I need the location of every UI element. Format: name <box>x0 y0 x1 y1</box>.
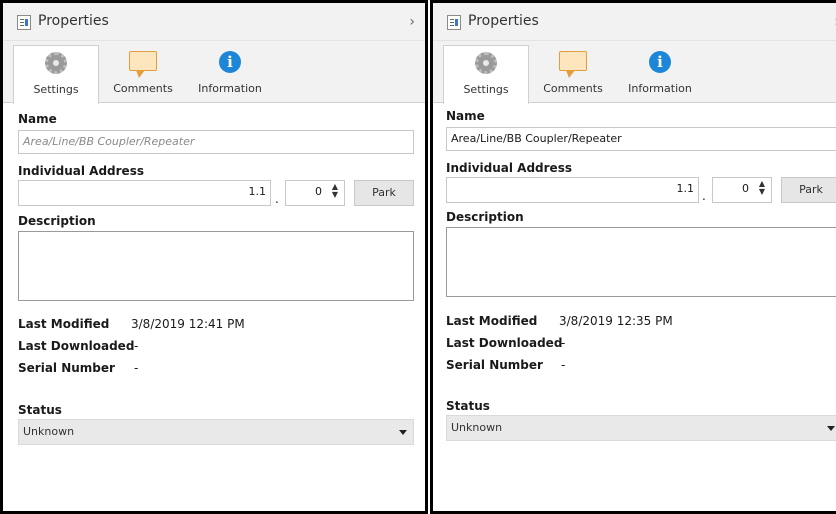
serial-number-label: Serial Number <box>18 361 115 375</box>
description-textarea[interactable] <box>446 227 836 297</box>
status-select[interactable]: Unknown <box>446 415 836 441</box>
properties-icon <box>17 15 31 30</box>
address-prefix-field[interactable]: 1.1 <box>446 177 699 203</box>
tab-information[interactable]: i Information <box>617 45 703 103</box>
comment-icon <box>129 51 157 78</box>
tab-comments[interactable]: Comments <box>105 45 181 103</box>
panel-title: Properties <box>38 13 109 29</box>
status-value: Unknown <box>451 421 503 434</box>
address-prefix-value: 1.1 <box>248 185 267 198</box>
tab-information-label: Information <box>628 82 692 95</box>
description-label: Description <box>18 214 96 228</box>
last-downloaded-label: Last Downloaded <box>446 336 563 350</box>
gear-icon <box>475 52 497 74</box>
tab-strip: Settings Comments i Information <box>433 41 836 104</box>
last-downloaded-value: - <box>134 339 139 353</box>
park-button[interactable]: Park <box>354 180 414 206</box>
last-downloaded-row: Last Downloaded <box>18 339 134 353</box>
address-device-stepper[interactable]: 0 ▲ ▼ <box>285 180 345 206</box>
park-button[interactable]: Park <box>781 177 836 203</box>
dropdown-caret-icon <box>399 430 407 435</box>
address-separator: . <box>702 189 706 203</box>
panel-title: Properties <box>468 13 539 29</box>
last-modified-value: 3/8/2019 12:35 PM <box>559 314 673 328</box>
individual-address-label: Individual Address <box>446 161 572 175</box>
tab-comments-label: Comments <box>543 82 603 95</box>
last-modified-row: Last Modified <box>18 317 109 331</box>
collapse-chevron-icon[interactable]: › <box>409 14 415 30</box>
tab-settings-label: Settings <box>33 83 79 96</box>
name-input[interactable]: Area/Line/BB Coupler/Repeater <box>18 130 414 154</box>
tab-information-label: Information <box>198 82 262 95</box>
panel-titlebar: Properties › <box>433 3 836 41</box>
address-device-value: 0 <box>315 185 322 198</box>
last-modified-label: Last Modified <box>446 314 538 328</box>
serial-number-label: Serial Number <box>446 358 543 372</box>
last-modified-row: Last Modified <box>446 314 537 328</box>
stepper-arrows-icon[interactable]: ▲ ▼ <box>759 180 765 196</box>
properties-panel-right: Properties › Settings Comments i Informa… <box>430 0 836 514</box>
panel-titlebar: Properties › <box>3 3 425 41</box>
tab-comments[interactable]: Comments <box>535 45 611 103</box>
status-label: Status <box>18 403 62 417</box>
tab-comments-label: Comments <box>113 82 173 95</box>
description-textarea[interactable] <box>18 231 414 301</box>
dropdown-caret-icon <box>827 426 835 431</box>
address-device-value: 0 <box>742 182 749 195</box>
address-prefix-field[interactable]: 1.1 <box>18 180 271 206</box>
status-value: Unknown <box>23 425 75 438</box>
comment-icon <box>559 51 587 78</box>
last-downloaded-value: - <box>561 336 566 350</box>
name-value: Area/Line/BB Coupler/Repeater <box>451 132 622 145</box>
tab-strip: Settings Comments i Information <box>3 41 425 104</box>
gear-icon <box>45 52 67 74</box>
info-icon: i <box>649 51 671 73</box>
tab-information[interactable]: i Information <box>187 45 273 103</box>
serial-number-value: - <box>561 358 566 372</box>
individual-address-label: Individual Address <box>18 164 144 178</box>
status-label: Status <box>446 399 490 413</box>
address-separator: . <box>275 192 279 206</box>
stepper-arrows-icon[interactable]: ▲ ▼ <box>332 183 338 199</box>
serial-number-value: - <box>134 361 139 375</box>
tab-settings[interactable]: Settings <box>443 45 529 104</box>
serial-number-row: Serial Number <box>18 361 115 375</box>
name-label: Name <box>18 112 57 126</box>
last-modified-value: 3/8/2019 12:41 PM <box>131 317 245 331</box>
address-device-stepper[interactable]: 0 ▲ ▼ <box>712 177 772 203</box>
status-select[interactable]: Unknown <box>18 419 414 445</box>
tab-settings[interactable]: Settings <box>13 45 99 104</box>
last-modified-label: Last Modified <box>18 317 110 331</box>
name-label: Name <box>446 109 485 123</box>
last-downloaded-label: Last Downloaded <box>18 339 135 353</box>
info-icon: i <box>219 51 241 73</box>
last-downloaded-row: Last Downloaded <box>446 336 562 350</box>
description-label: Description <box>446 210 524 224</box>
tab-settings-label: Settings <box>463 83 509 96</box>
name-input[interactable]: Area/Line/BB Coupler/Repeater <box>446 127 836 151</box>
address-prefix-value: 1.1 <box>676 182 695 195</box>
serial-number-row: Serial Number <box>446 358 543 372</box>
properties-icon <box>447 15 461 30</box>
name-placeholder: Area/Line/BB Coupler/Repeater <box>23 135 195 148</box>
properties-panel-left: Properties › Settings Comments i Informa… <box>0 0 428 514</box>
